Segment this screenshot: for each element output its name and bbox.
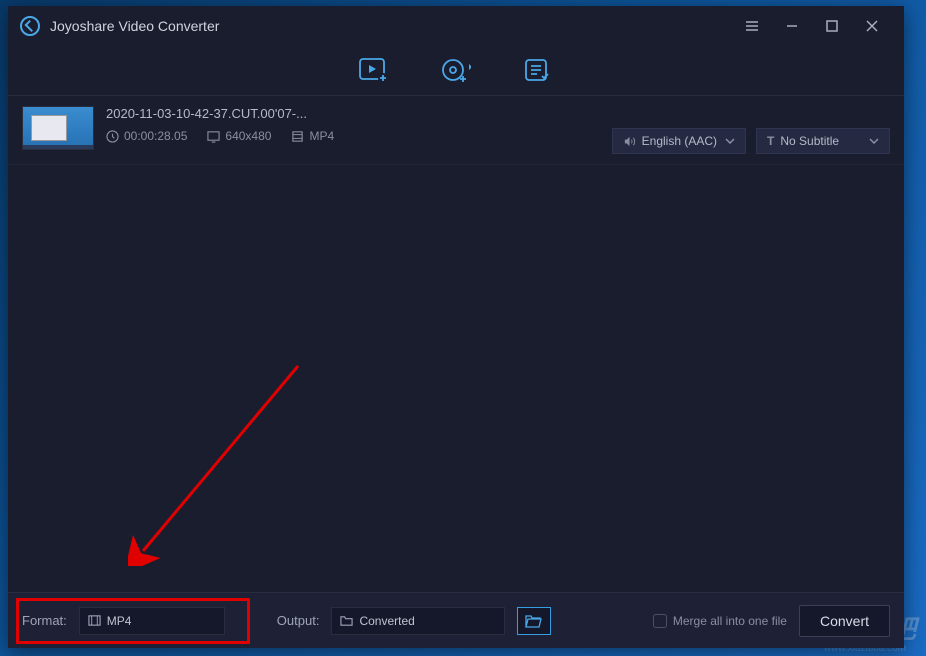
file-list: 2020-11-03-10-42-37.CUT.00'07-... 00:00:…: [8, 96, 904, 592]
app-window: Joyoshare Video Converter: [8, 6, 904, 648]
maximize-button[interactable]: [812, 6, 852, 46]
format-text: MP4: [107, 614, 132, 628]
chevron-down-icon: [725, 138, 735, 144]
maximize-icon: [825, 19, 839, 33]
list-check-icon: [524, 58, 552, 84]
audio-value: English (AAC): [642, 134, 717, 148]
add-video-button[interactable]: [358, 55, 390, 87]
task-list-button[interactable]: [522, 55, 554, 87]
folder-icon: [340, 614, 353, 627]
screen-icon: [207, 130, 220, 143]
bottom-bar: Format: MP4 Output: Converted Merge all …: [8, 592, 904, 648]
film-icon: [291, 130, 304, 143]
text-icon: T: [767, 134, 774, 148]
film-icon: [88, 614, 101, 627]
video-thumbnail[interactable]: [22, 106, 94, 150]
output-text: Converted: [359, 614, 414, 628]
output-folder-box[interactable]: Converted: [331, 607, 505, 635]
subtitle-value: No Subtitle: [780, 134, 839, 148]
menu-button[interactable]: [732, 6, 772, 46]
toolbar: [8, 46, 904, 96]
hamburger-icon: [745, 19, 759, 33]
browse-folder-button[interactable]: [517, 607, 551, 635]
file-item[interactable]: 2020-11-03-10-42-37.CUT.00'07-... 00:00:…: [8, 96, 904, 165]
clock-icon: [106, 130, 119, 143]
format-meta: MP4: [291, 129, 334, 143]
titlebar: Joyoshare Video Converter: [8, 6, 904, 46]
format-selector[interactable]: MP4: [79, 607, 225, 635]
resolution-value: 640x480: [225, 129, 271, 143]
resolution-meta: 640x480: [207, 129, 271, 143]
convert-label: Convert: [820, 613, 869, 629]
file-info: 2020-11-03-10-42-37.CUT.00'07-... 00:00:…: [106, 106, 334, 143]
close-icon: [865, 19, 879, 33]
checkbox-icon: [653, 614, 667, 628]
add-disc-button[interactable]: [440, 55, 472, 87]
app-title: Joyoshare Video Converter: [50, 18, 219, 34]
speaker-icon: [623, 135, 636, 148]
file-options: English (AAC) T No Subtitle: [612, 106, 890, 154]
merge-checkbox[interactable]: Merge all into one file: [653, 614, 787, 628]
disc-icon: [441, 58, 471, 84]
format-value: MP4: [309, 129, 334, 143]
add-video-icon: [359, 58, 389, 84]
convert-button[interactable]: Convert: [799, 605, 890, 637]
close-button[interactable]: [852, 6, 892, 46]
output-label: Output:: [277, 613, 320, 628]
subtitle-dropdown[interactable]: T No Subtitle: [756, 128, 890, 154]
file-meta: 00:00:28.05 640x480 MP4: [106, 129, 334, 143]
chevron-down-icon: [869, 138, 879, 144]
open-folder-icon: [525, 614, 543, 628]
file-name: 2020-11-03-10-42-37.CUT.00'07-...: [106, 106, 334, 121]
format-label: Format:: [22, 613, 67, 628]
merge-label: Merge all into one file: [673, 614, 787, 628]
minimize-icon: [785, 19, 799, 33]
app-logo-icon: [20, 16, 40, 36]
audio-dropdown[interactable]: English (AAC): [612, 128, 746, 154]
minimize-button[interactable]: [772, 6, 812, 46]
duration-meta: 00:00:28.05: [106, 129, 187, 143]
duration-value: 00:00:28.05: [124, 129, 187, 143]
